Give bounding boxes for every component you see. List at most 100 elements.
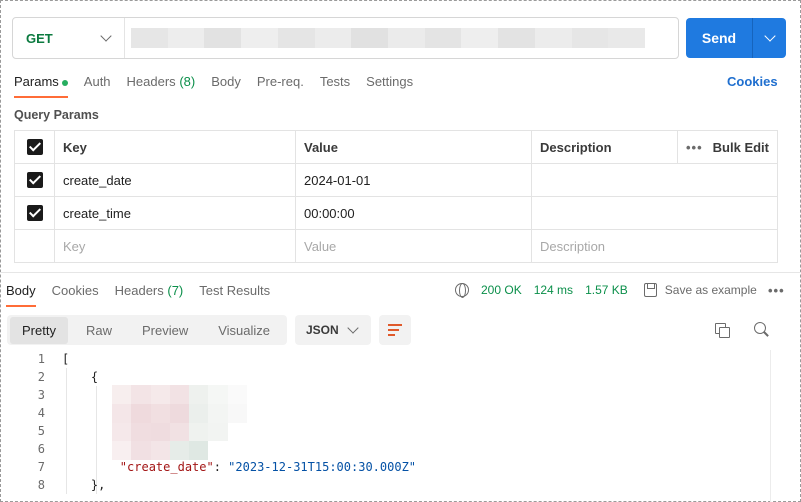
table-row: create_date 2024-01-01 [14, 163, 778, 197]
key-header: Key [54, 130, 296, 164]
wrap-lines-icon [388, 324, 402, 336]
json-value: "2023-12-31T15:00:30.000Z" [228, 460, 417, 474]
tab-response-headers[interactable]: Headers (7) [115, 283, 184, 307]
line-number: 4 [37, 406, 45, 420]
tab-headers[interactable]: Headers (8) [127, 74, 196, 98]
tab-tests-label: Tests [319, 74, 351, 89]
param-description[interactable] [531, 196, 778, 230]
description-header: Description [531, 130, 678, 164]
line-number: 6 [37, 442, 45, 456]
tab-pre-request[interactable]: Pre-req. [257, 74, 304, 98]
line-number: 8 [37, 478, 45, 492]
new-key-input[interactable]: Key [54, 229, 296, 263]
tab-headers-label: Headers [126, 74, 176, 89]
chevron-down-icon [763, 30, 776, 42]
line-numbers: 1 2 3 4 5 6 7 8 [0, 350, 45, 494]
url-input[interactable] [125, 18, 678, 58]
response-body-editor[interactable]: 1 2 3 4 5 6 7 8 [ { "create_date": "2023… [0, 350, 770, 502]
param-key[interactable]: create_time [54, 196, 296, 230]
tab-test-results-label: Test Results [199, 283, 271, 298]
send-button[interactable]: Send [686, 18, 786, 58]
select-all-cell [14, 130, 55, 164]
vertical-scrollbar[interactable] [770, 350, 780, 502]
response-size[interactable]: 1.57 KB [585, 283, 628, 297]
globe-icon[interactable] [455, 283, 469, 298]
method-select[interactable]: GET [13, 18, 125, 58]
new-value-input[interactable]: Value [295, 229, 532, 263]
tab-pre-request-label: Pre-req. [256, 74, 304, 89]
select-all-checkbox[interactable] [26, 139, 43, 156]
redacted-url [131, 28, 646, 48]
request-bar: GET [12, 17, 679, 59]
response-meta: 200 OK 124 ms 1.57 KB Save as example [455, 283, 757, 298]
param-value[interactable]: 00:00:00 [295, 196, 532, 230]
row-checkbox-cell [14, 163, 55, 197]
response-tabs: Body Cookies Headers (7) Test Results [6, 283, 286, 307]
tab-settings-label: Settings [366, 74, 414, 89]
body-view-switcher: Pretty Raw Preview Visualize [7, 315, 287, 345]
param-key[interactable]: create_date [54, 163, 296, 197]
tab-auth[interactable]: Auth [84, 74, 111, 98]
tab-params[interactable]: Params [14, 74, 68, 98]
new-description-input[interactable]: Description [531, 229, 778, 263]
tab-test-results[interactable]: Test Results [199, 283, 270, 307]
empty-checkbox-cell [14, 229, 55, 263]
code-line: "create_date": "2023-12-31T15:00:30.000Z… [62, 458, 416, 476]
send-label[interactable]: Send [686, 18, 753, 58]
param-description[interactable] [531, 163, 778, 197]
code-line: [ [62, 352, 70, 366]
table-row-new: Key Value Description [14, 229, 778, 263]
line-number: 7 [37, 460, 45, 474]
tab-body-label: Body [211, 74, 241, 89]
json-separator: : [213, 460, 229, 474]
param-value[interactable]: 2024-01-01 [295, 163, 532, 197]
copy-icon[interactable] [715, 323, 730, 338]
more-options-icon[interactable]: ••• [686, 140, 703, 155]
view-raw[interactable]: Raw [74, 317, 124, 344]
headers-count: (8) [179, 74, 196, 89]
chevron-down-icon [347, 322, 359, 334]
tab-body[interactable]: Body [211, 74, 241, 98]
line-number: 1 [37, 352, 45, 366]
response-time[interactable]: 124 ms [534, 283, 573, 297]
view-preview[interactable]: Preview [130, 317, 200, 344]
tab-response-cookies-label: Cookies [51, 283, 99, 298]
tab-response-body[interactable]: Body [6, 283, 36, 307]
row-checkbox[interactable] [26, 205, 43, 222]
bulk-edit-label: Bulk Edit [712, 139, 769, 155]
line-number: 3 [37, 388, 45, 402]
view-pretty[interactable]: Pretty [10, 316, 68, 344]
status-code[interactable]: 200 OK [481, 283, 522, 297]
code-line: { [62, 370, 99, 384]
send-dropdown-button[interactable] [753, 18, 786, 58]
line-number: 5 [37, 424, 45, 438]
format-select[interactable]: JSON [295, 315, 371, 345]
row-checkbox-cell [14, 196, 55, 230]
more-options-icon[interactable]: ••• [768, 283, 785, 298]
cookies-link[interactable]: Cookies [727, 74, 778, 89]
tab-auth-label: Auth [83, 74, 111, 89]
params-active-dot [61, 79, 68, 86]
chevron-down-icon [100, 30, 112, 42]
json-key: "create_date" [119, 460, 214, 474]
request-tabs: Params Auth Headers (8) Body Pre-req. Te… [14, 74, 429, 98]
method-label: GET [26, 30, 53, 46]
line-number: 2 [37, 370, 45, 384]
save-as-example-button[interactable]: Save as example [665, 283, 757, 297]
value-header: Value [295, 130, 532, 164]
table-header-row: Key Value Description ••• Bulk Edit [14, 130, 778, 164]
tab-tests[interactable]: Tests [320, 74, 350, 98]
bulk-edit-button[interactable]: ••• Bulk Edit [677, 130, 778, 164]
tab-response-body-label: Body [6, 283, 36, 298]
tab-settings[interactable]: Settings [366, 74, 413, 98]
response-headers-count: (7) [167, 283, 184, 298]
tab-params-label: Params [14, 74, 59, 89]
query-params-table: Key Value Description ••• Bulk Edit creat… [14, 130, 778, 263]
row-checkbox[interactable] [26, 172, 43, 189]
wrap-lines-button[interactable] [379, 315, 411, 345]
tab-response-cookies[interactable]: Cookies [52, 283, 99, 307]
search-icon[interactable] [754, 322, 769, 337]
query-params-title: Query Params [14, 108, 99, 122]
view-visualize[interactable]: Visualize [206, 317, 282, 344]
table-row: create_time 00:00:00 [14, 196, 778, 230]
